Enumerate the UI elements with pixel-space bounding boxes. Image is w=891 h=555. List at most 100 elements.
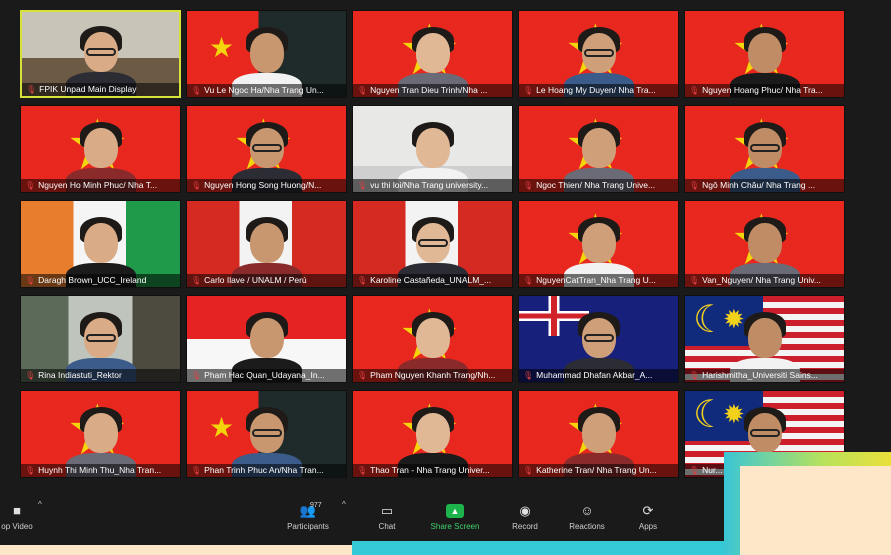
participants-button[interactable]: 👥 977 Participants: [282, 502, 334, 531]
participant-tile[interactable]: ★🎙Ngoc Thien/ Nha Trang Unive...: [518, 105, 679, 193]
muted-mic-icon: 🎙: [25, 466, 36, 475]
muted-mic-icon: 🎙: [25, 371, 36, 380]
participant-name-bar: 🎙 NguyenCatTran_Nha Trang U...: [519, 274, 678, 287]
flag-star-icon: ★: [209, 412, 235, 443]
participant-name: vu thi loi/Nha Trang university...: [370, 180, 489, 190]
crescent-icon: ☾: [693, 299, 728, 341]
video-gallery: 🎙 FPIK Unpad Main Display ★ 🎙 Vu Le Ngoc Ha/…: [20, 10, 845, 484]
participant-name: Pham Hac Quan_Udayana_In...: [204, 370, 325, 380]
participant-name: Rina Indiastuti_Rektor: [38, 370, 122, 380]
participant-tile[interactable]: ★🎙Nguyen Tran Dieu Trinh/Nha ...: [352, 10, 513, 98]
participant-tile[interactable]: ★🎙Van_Nguyen/ Nha Trang Univ...: [684, 200, 845, 288]
muted-mic-icon: 🎙: [26, 85, 37, 94]
muted-mic-icon: 🎙: [357, 371, 368, 380]
participant-tile[interactable]: ★ 🎙 Vu Le Ngoc Ha/Nha Trang Un...: [186, 10, 347, 98]
participant-tile[interactable]: ★🎙Ngô Minh Châu/ Nha Trang ...: [684, 105, 845, 193]
participant-name: Ngoc Thien/ Nha Trang Unive...: [536, 180, 656, 190]
participant-name-bar: 🎙 Ngô Minh Châu/ Nha Trang ...: [685, 179, 844, 192]
participant-name-bar: 🎙 Harishmitha_Universiti Sains...: [685, 369, 844, 382]
muted-mic-icon: 🎙: [357, 276, 368, 285]
participant-name-bar: 🎙 Muhammad Dhafan Akbar_A...: [519, 369, 678, 382]
participant-name-bar: 🎙 vu thi loi/Nha Trang university...: [353, 179, 512, 192]
participant-name: Pham Nguyen Khanh Trang/Nh...: [370, 370, 496, 380]
share-screen-button[interactable]: ▲ Share Screen: [426, 504, 484, 531]
participant-tile[interactable]: ★🎙Nguyen Hong Song Huong/N...: [186, 105, 347, 193]
participant-name-bar: 🎙 Van_Nguyen/ Nha Trang Univ...: [685, 274, 844, 287]
participant-name: FPIK Unpad Main Display: [39, 84, 137, 94]
share-arrow-icon: ▲: [446, 504, 464, 518]
muted-mic-icon: 🎙: [357, 181, 368, 190]
record-label: Record: [512, 522, 538, 531]
participant-tile[interactable]: 🎙 Daragh Brown_UCC_Ireland: [20, 200, 181, 288]
participant-name: Karoline Castañeda_UNALM_...: [370, 275, 492, 285]
share-screen-label: Share Screen: [430, 522, 480, 531]
participant-tile[interactable]: ★🎙Nguyen Ho Minh Phuc/ Nha T...: [20, 105, 181, 193]
participant-name-bar: 🎙 Nguyen Hoang Phuc/ Nha Tra...: [685, 84, 844, 97]
participant-tile[interactable]: ★🎙Nguyen Hoang Phuc/ Nha Tra...: [684, 10, 845, 98]
participant-tile[interactable]: 🎙 Rina Indiastuti_Rektor: [20, 295, 181, 383]
participant-name-bar: 🎙 Daragh Brown_UCC_Ireland: [21, 274, 180, 287]
participant-name-bar: 🎙 Phan Trinh Phuc An/Nha Tran...: [187, 464, 346, 477]
participant-name-bar: 🎙 FPIK Unpad Main Display: [22, 83, 179, 96]
muted-mic-icon: 🎙: [191, 181, 202, 190]
smiley-plus-icon: ☺: [580, 503, 594, 518]
speech-bubble-icon: ▭: [380, 503, 394, 518]
apps-button[interactable]: ⟳ Apps: [634, 504, 662, 532]
participant-name-bar: 🎙 Pham Hac Quan_Udayana_In...: [187, 369, 346, 382]
participant-count: 977: [310, 502, 322, 509]
participant-name: Muhammad Dhafan Akbar_A...: [536, 370, 653, 380]
participant-tile[interactable]: ★🎙Thao Tran - Nha Trang Univer...: [352, 390, 513, 478]
participant-tile[interactable]: ★🎙Huynh Thi Minh Thu_Nha Tran...: [20, 390, 181, 478]
chat-label: Chat: [378, 522, 396, 531]
video-options-chevron-icon[interactable]: ^: [38, 500, 42, 509]
participant-name: Vu Le Ngoc Ha/Nha Trang Un...: [204, 85, 324, 95]
participant-name-bar: 🎙 Le Hoang My Duyen/ Nha Tra...: [519, 84, 678, 97]
participant-name-bar: 🎙 Pham Nguyen Khanh Trang/Nh...: [353, 369, 512, 382]
muted-mic-icon: 🎙: [689, 181, 700, 190]
participant-name: NguyenCatTran_Nha Trang U...: [536, 275, 656, 285]
participant-name-bar: 🎙 Nguyen Hong Song Huong/N...: [187, 179, 346, 192]
muted-mic-icon: 🎙: [523, 276, 534, 285]
muted-mic-icon: 🎙: [25, 276, 36, 285]
participant-tile[interactable]: ★ 🎙 Phan Trinh Phuc An/Nha Tran...: [186, 390, 347, 478]
participant-name: Nur...: [702, 465, 723, 475]
muted-mic-icon: 🎙: [689, 466, 700, 475]
participant-tile[interactable]: ☾ ✹ 🎙 Harishmitha_Universiti Sains...: [684, 295, 845, 383]
participant-tile[interactable]: 🎙 Carlo Ilave / UNALM / Perú: [186, 200, 347, 288]
participant-tile[interactable]: 🎙 Karoline Castañeda_UNALM_...: [352, 200, 513, 288]
participant-name-bar: 🎙 Nguyen Tran Dieu Trinh/Nha ...: [353, 84, 512, 97]
cream-corner-panel: [740, 466, 891, 555]
participant-name: Ngô Minh Châu/ Nha Trang ...: [702, 180, 816, 190]
participant-name-bar: 🎙 Huynh Thi Minh Thu_Nha Tran...: [21, 464, 180, 477]
participant-tile[interactable]: ★🎙Le Hoang My Duyen/ Nha Tra...: [518, 10, 679, 98]
participant-name: Carlo Ilave / UNALM / Perú: [204, 275, 307, 285]
muted-mic-icon: 🎙: [357, 86, 368, 95]
record-dot-icon: ◉: [519, 503, 531, 518]
muted-mic-icon: 🎙: [689, 276, 700, 285]
participant-name: Phan Trinh Phuc An/Nha Tran...: [204, 465, 324, 475]
stop-video-button[interactable]: ■ op Video: [0, 504, 34, 532]
record-button[interactable]: ◉ Record: [508, 503, 542, 532]
reactions-button[interactable]: ☺ Reactions: [566, 503, 608, 532]
participant-name-bar: 🎙 Katherine Tran/ Nha Trang Un...: [519, 464, 678, 477]
stop-video-label: op Video: [1, 522, 33, 531]
participant-tile[interactable]: ★🎙NguyenCatTran_Nha Trang U...: [518, 200, 679, 288]
participant-name-bar: 🎙 Vu Le Ngoc Ha/Nha Trang Un...: [187, 84, 346, 97]
participant-name-bar: 🎙 Rina Indiastuti_Rektor: [21, 369, 180, 382]
cyan-accent-bar: [352, 541, 732, 555]
muted-mic-icon: 🎙: [25, 181, 36, 190]
participant-tile[interactable]: ★🎙Katherine Tran/ Nha Trang Un...: [518, 390, 679, 478]
muted-mic-icon: 🎙: [689, 371, 700, 380]
apps-label: Apps: [638, 522, 658, 531]
chat-button[interactable]: ▭ Chat: [372, 503, 402, 532]
participant-tile[interactable]: 🎙 FPIK Unpad Main Display: [20, 10, 181, 98]
participant-tile[interactable]: 🎙 Pham Hac Quan_Udayana_In...: [186, 295, 347, 383]
participant-tile[interactable]: 🎙 Muhammad Dhafan Akbar_A...: [518, 295, 679, 383]
muted-mic-icon: 🎙: [191, 371, 202, 380]
muted-mic-icon: 🎙: [191, 466, 202, 475]
participant-tile[interactable]: 🎙 vu thi loi/Nha Trang university...: [352, 105, 513, 193]
participant-tile[interactable]: ★🎙Pham Nguyen Khanh Trang/Nh...: [352, 295, 513, 383]
crescent-icon: ☾: [693, 394, 728, 436]
participant-name: Van_Nguyen/ Nha Trang Univ...: [702, 275, 821, 285]
participants-options-chevron-icon[interactable]: ^: [342, 500, 346, 509]
